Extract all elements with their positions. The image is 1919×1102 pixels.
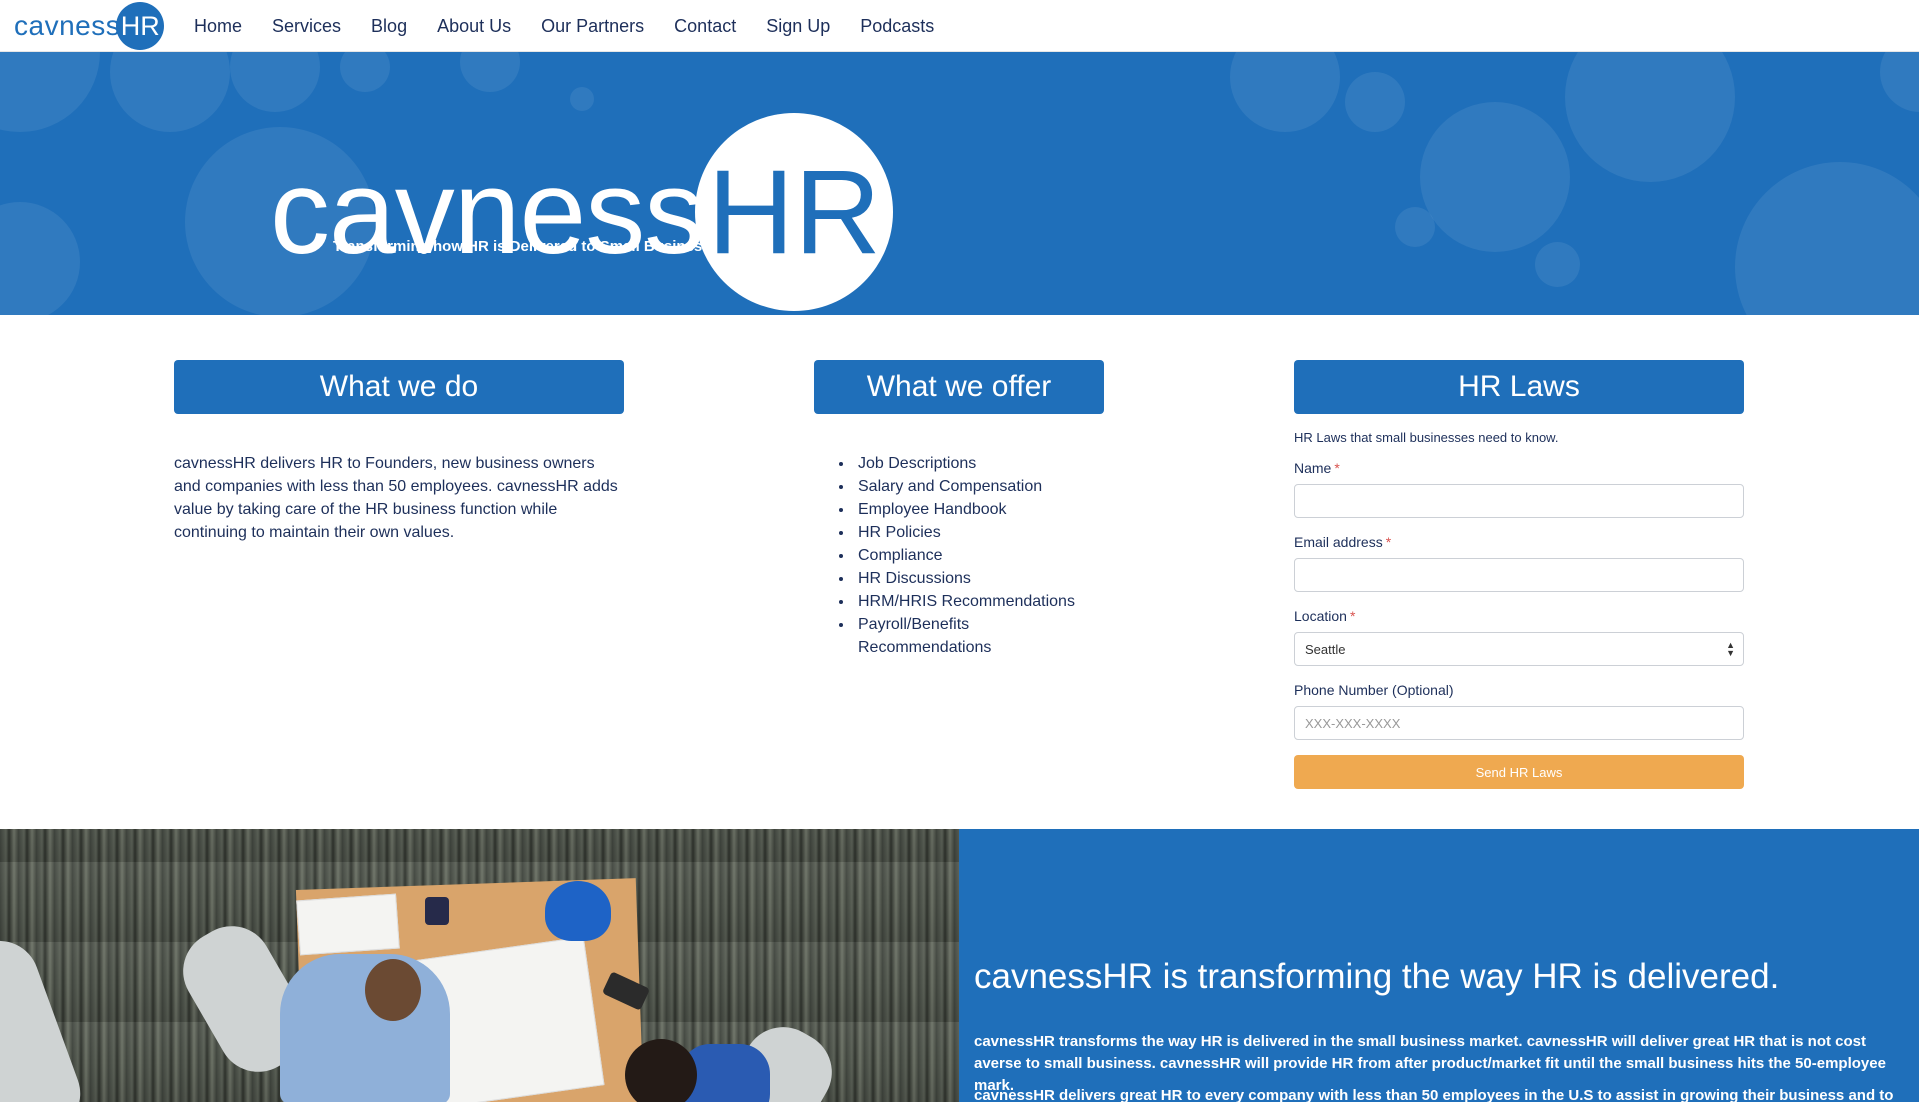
hero-logo-circle: HR: [695, 113, 894, 311]
nav-blog[interactable]: Blog: [371, 16, 407, 37]
nav-about-us[interactable]: About Us: [437, 16, 511, 37]
name-label: Name *: [1294, 460, 1340, 476]
location-select[interactable]: Seattle ▲ ▼: [1294, 632, 1744, 666]
hr-laws-button[interactable]: HR Laws: [1294, 360, 1744, 414]
hero-logo: cavness HR: [270, 113, 894, 311]
offer-list-item: HRM/HRIS Recommendations: [854, 590, 1094, 613]
photo-mug: [425, 897, 449, 925]
promo-heading: cavnessHR is transforming the way HR is …: [974, 957, 1780, 996]
required-mark: *: [1349, 608, 1356, 624]
top-navbar: cavness HR Home Services Blog About Us O…: [0, 0, 1919, 52]
email-label: Email address *: [1294, 534, 1391, 550]
photo-hardhat: [545, 881, 611, 941]
offer-list-item: Job Descriptions: [854, 452, 1094, 475]
office-photo: [0, 829, 959, 1102]
name-input[interactable]: [1294, 484, 1744, 518]
offer-list-item: HR Policies: [854, 521, 1094, 544]
hero-bubble: [1345, 72, 1405, 132]
promo-section: cavnessHR is transforming the way HR is …: [959, 829, 1919, 1102]
location-select-value: Seattle: [1305, 641, 1346, 657]
email-input[interactable]: [1294, 558, 1744, 592]
name-label-text: Name: [1294, 460, 1332, 476]
hero-bubble: [110, 52, 230, 132]
photo-person-shirt: [280, 954, 450, 1102]
promo-paragraph-2: cavnessHR delivers great HR to every com…: [974, 1087, 1894, 1102]
what-we-do-button[interactable]: What we do: [174, 360, 624, 414]
hero-bubble: [230, 52, 320, 112]
offer-list-item: Salary and Compensation: [854, 475, 1094, 498]
location-label: Location *: [1294, 608, 1355, 624]
nav-services[interactable]: Services: [272, 16, 341, 37]
nav-home[interactable]: Home: [194, 16, 242, 37]
hero-bubble: [1420, 102, 1570, 252]
offer-list-item: Payroll/Benefits Recommendations: [854, 613, 1024, 659]
nav-podcasts[interactable]: Podcasts: [860, 16, 934, 37]
phone-input[interactable]: [1294, 706, 1744, 740]
hero-bubble: [1395, 207, 1435, 247]
hero-banner: cavness HR Transforming how HR is Delive…: [0, 52, 1919, 315]
hero-bubble: [340, 52, 390, 92]
hero-bubble: [1880, 52, 1919, 112]
brand-logo-circle: HR: [116, 2, 165, 50]
photo-person-head: [365, 959, 421, 1021]
email-label-text: Email address: [1294, 534, 1383, 550]
location-label-text: Location: [1294, 608, 1347, 624]
what-we-do-text: cavnessHR delivers HR to Founders, new b…: [174, 455, 618, 541]
hero-bubble: [0, 202, 80, 315]
hr-laws-intro: HR Laws that small businesses need to kn…: [1294, 430, 1559, 445]
offer-list-item: Employee Handbook: [854, 498, 1094, 521]
brand-logo[interactable]: cavness HR: [14, 2, 165, 50]
brand-logo-word: cavness: [14, 10, 121, 41]
what-we-offer-button[interactable]: What we offer: [814, 360, 1104, 414]
offer-list: Job Descriptions Salary and Compensation…: [834, 452, 1094, 659]
hero-tagline: Transforming how HR is Delivered to Smal…: [333, 238, 715, 255]
phone-label: Phone Number (Optional): [1294, 682, 1454, 698]
nav-our-partners[interactable]: Our Partners: [541, 16, 644, 37]
hero-bubble: [0, 52, 100, 132]
photo-person2-head: [625, 1039, 697, 1102]
offer-list-item: HR Discussions: [854, 567, 1094, 590]
photo-paper: [296, 893, 400, 956]
hero-bubble: [1230, 52, 1340, 132]
hero-bubble: [1735, 162, 1919, 315]
required-mark: *: [1334, 460, 1340, 476]
hero-bubble: [1535, 242, 1580, 287]
nav-contact[interactable]: Contact: [674, 16, 736, 37]
hero-bubble: [1565, 52, 1735, 182]
select-arrows-icon: ▲ ▼: [1726, 640, 1735, 658]
offer-list-item: Compliance: [854, 544, 1094, 567]
required-mark: *: [1385, 534, 1392, 550]
send-hr-laws-button[interactable]: Send HR Laws: [1294, 755, 1744, 789]
nav-menu: Home Services Blog About Us Our Partners…: [194, 0, 964, 52]
nav-sign-up[interactable]: Sign Up: [766, 16, 830, 37]
hero-bubble: [460, 52, 520, 92]
hero-bubble: [570, 87, 594, 111]
